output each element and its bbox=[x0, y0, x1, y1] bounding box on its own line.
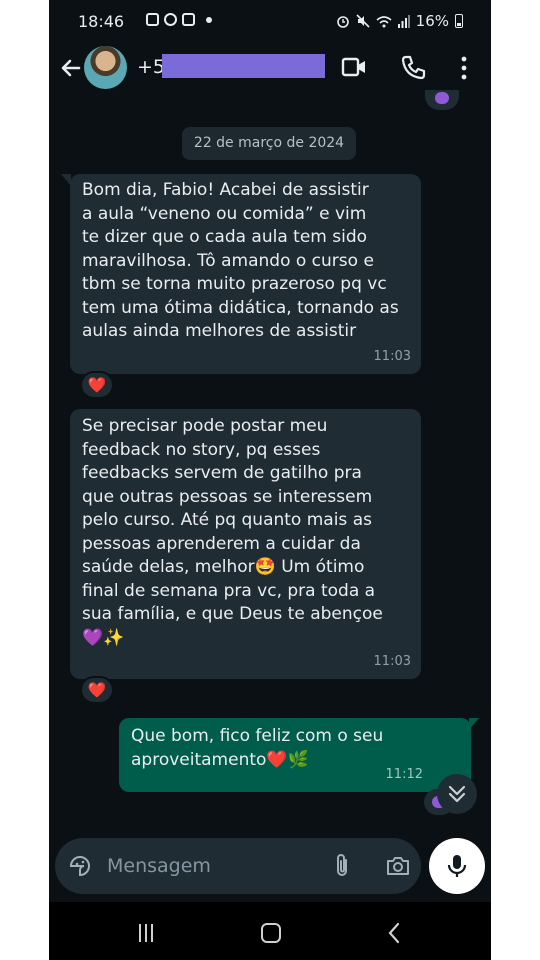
instagram-icon bbox=[182, 13, 195, 26]
message-bubble-incoming[interactable]: Se precisar pode postar meu feedback no … bbox=[70, 409, 421, 679]
message-composer: Mensagem bbox=[55, 838, 421, 894]
sticker-icon[interactable] bbox=[68, 854, 92, 878]
video-call-icon[interactable] bbox=[341, 56, 367, 78]
message-text: Se precisar pode postar meu feedback no … bbox=[82, 416, 383, 648]
back-arrow-icon[interactable] bbox=[57, 54, 85, 82]
message-text: Bom dia, Fabio! Acabei de assistir a aul… bbox=[82, 180, 399, 341]
contact-avatar[interactable] bbox=[84, 46, 127, 89]
chrome-icon bbox=[164, 13, 177, 26]
purple-heart-icon bbox=[435, 92, 449, 104]
contact-name-redaction bbox=[162, 54, 325, 78]
reaction-badge-previous[interactable] bbox=[425, 90, 459, 110]
mic-button[interactable] bbox=[429, 838, 485, 894]
more-vert-icon[interactable] bbox=[458, 55, 470, 81]
phone-screen: 18:46 16% +5 22 de março de 2024 Bom dia… bbox=[49, 0, 491, 960]
message-time: 11:03 bbox=[373, 653, 411, 669]
message-input[interactable]: Mensagem bbox=[107, 838, 307, 894]
status-time: 18:46 bbox=[78, 12, 125, 31]
double-chevron-down-icon bbox=[448, 785, 466, 803]
mute-icon bbox=[356, 14, 370, 28]
signal-icon bbox=[397, 14, 410, 28]
battery-icon bbox=[455, 14, 463, 28]
attach-icon[interactable] bbox=[332, 853, 352, 879]
camera-icon[interactable] bbox=[385, 854, 411, 878]
notification-dot-icon bbox=[206, 16, 212, 23]
message-time: 11:12 bbox=[385, 766, 423, 782]
alarm-icon bbox=[336, 16, 349, 28]
recents-icon[interactable] bbox=[136, 924, 156, 942]
reaction-badge[interactable]: ❤️ bbox=[80, 676, 114, 704]
scroll-to-bottom-button[interactable] bbox=[437, 774, 477, 814]
message-time: 11:03 bbox=[373, 348, 411, 364]
status-left-icons bbox=[146, 13, 212, 26]
mic-icon bbox=[447, 855, 467, 877]
status-right-icons: 16% bbox=[336, 12, 463, 30]
message-bubble-incoming[interactable]: Bom dia, Fabio! Acabei de assistir a aul… bbox=[70, 174, 421, 374]
wifi-icon bbox=[376, 15, 392, 27]
contact-name[interactable]: +5 bbox=[137, 56, 165, 78]
reaction-badge[interactable]: ❤️ bbox=[80, 371, 114, 399]
nav-back-icon[interactable] bbox=[386, 922, 402, 944]
battery-percent: 16% bbox=[415, 12, 449, 30]
date-chip: 22 de março de 2024 bbox=[182, 127, 356, 160]
phone-icon[interactable] bbox=[401, 54, 427, 80]
gallery-icon bbox=[146, 13, 159, 26]
system-nav-bar bbox=[49, 902, 491, 960]
home-icon[interactable] bbox=[261, 923, 281, 943]
message-bubble-outgoing[interactable]: Que bom, fico feliz com o seu aproveitam… bbox=[119, 718, 471, 792]
status-bar: 18:46 16% bbox=[49, 0, 491, 42]
